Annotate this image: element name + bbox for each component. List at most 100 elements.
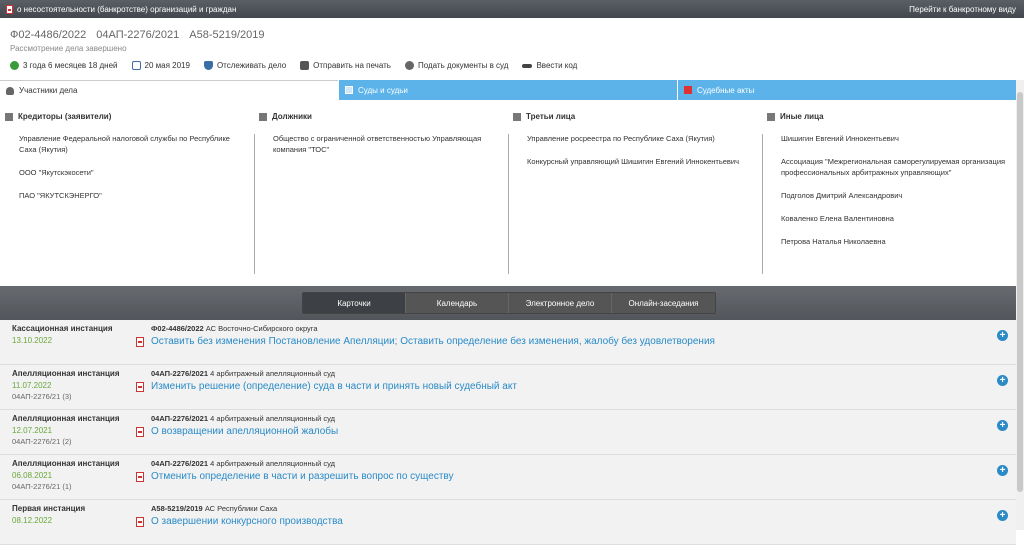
participant-item[interactable]: Коваленко Елена Валентиновна — [781, 213, 1008, 224]
pdf-icon[interactable] — [136, 337, 144, 347]
tab-courts[interactable]: Суды и судьи — [338, 80, 677, 100]
act-link[interactable]: Оставить без изменения Постановление Апе… — [151, 336, 715, 347]
submit-label: Подать документы в суд — [417, 61, 509, 70]
pdf-icon[interactable] — [136, 427, 144, 437]
duration-label: 3 года 6 месяцев 18 дней — [23, 61, 118, 70]
track-label: Отслеживать дело — [216, 61, 287, 70]
view-cards-button[interactable]: Карточки — [303, 293, 406, 313]
expand-plus-icon[interactable]: + — [997, 375, 1008, 386]
submit-documents-button[interactable]: Подать документы в суд — [404, 61, 509, 70]
case-number-first[interactable]: А58-5219/2019 — [189, 29, 264, 41]
participant-item[interactable]: ООО "Якутскэкосети" — [19, 167, 246, 178]
heading-label: Иные лица — [780, 112, 824, 121]
third-parties-heading: Третьи лица — [513, 112, 754, 121]
court-name: АС Республики Саха — [204, 504, 278, 513]
act-link[interactable]: О завершении конкурсного производства — [151, 516, 343, 527]
court-line: 04АП-2276/2021 4 арбитражный апелляционн… — [151, 459, 335, 468]
scrollbar-thumb[interactable] — [1017, 92, 1023, 492]
pdf-icon[interactable] — [136, 382, 144, 392]
case-number-appeal[interactable]: 04АП-2276/2021 — [96, 29, 179, 41]
pdf-icon — [684, 86, 692, 94]
printer-icon — [300, 61, 310, 70]
expand-plus-icon[interactable]: + — [997, 510, 1008, 521]
pdf-icon[interactable] — [136, 472, 144, 482]
other-parties-heading: Иные лица — [767, 112, 1008, 121]
case-number: 04АП-2276/2021 — [151, 459, 209, 468]
case-card: Апелляционная инстанция 12.07.2021 04АП-… — [0, 410, 1016, 455]
instance-date: 12.07.2021 — [12, 426, 53, 435]
court-name: 4 арбитражный апелляционный суд — [210, 459, 335, 468]
debtors-heading: Должники — [259, 112, 500, 121]
view-electronic-case-button[interactable]: Электронное дело — [509, 293, 612, 313]
courthouse-icon — [345, 86, 353, 94]
court-line: Ф02-4486/2022 АС Восточно-Сибирского окр… — [151, 324, 318, 333]
building-icon — [513, 112, 521, 121]
shield-icon — [203, 61, 213, 70]
expand-plus-icon[interactable]: + — [997, 465, 1008, 476]
print-button[interactable]: Отправить на печать — [300, 61, 391, 70]
back-arrow-icon — [10, 61, 19, 70]
tab-acts[interactable]: Судебные акты — [677, 80, 1016, 100]
instance-label: Апелляционная инстанция — [12, 369, 120, 378]
code-label: Ввести код — [536, 61, 578, 70]
participant-item[interactable]: Ассоциация "Межрегиональная саморегулиру… — [781, 156, 1008, 178]
participant-item[interactable]: ПАО "ЯКУТСКЭНЕРГО" — [19, 190, 246, 201]
case-cards-list: Кассационная инстанция 13.10.2022 Ф02-44… — [0, 320, 1016, 545]
participant-item[interactable]: Шишигин Евгений Иннокентьевич — [781, 133, 1008, 144]
top-bar: о несостоятельности (банкротстве) органи… — [0, 0, 1024, 18]
court-line: 04АП-2276/2021 4 арбитражный апелляционн… — [151, 369, 335, 378]
participant-item[interactable]: Управление росреестра по Республике Саха… — [527, 133, 754, 144]
person-icon — [6, 86, 14, 95]
case-header: Ф02-4486/2022 04АП-2276/2021 А58-5219/20… — [0, 18, 1024, 80]
participant-item[interactable]: Управление Федеральной налоговой службы … — [19, 133, 246, 155]
instance-date: 13.10.2022 — [12, 336, 53, 345]
instance-number: 04АП-2276/21 (1) — [12, 482, 72, 491]
instance-label: Кассационная инстанция — [12, 324, 113, 333]
view-switch: Карточки Календарь Электронное дело Онла… — [302, 292, 716, 314]
tab-label: Участники дела — [19, 86, 78, 95]
act-link[interactable]: Отменить определение в части и разрешить… — [151, 471, 454, 482]
instance-date: 11.07.2022 — [12, 381, 52, 390]
case-number: 04АП-2276/2021 — [151, 414, 209, 423]
pdf-icon[interactable] — [136, 517, 144, 527]
case-card: Кассационная инстанция 13.10.2022 Ф02-44… — [0, 320, 1016, 365]
heading-label: Кредиторы (заявители) — [18, 112, 112, 121]
participant-item[interactable]: Общество с ограниченной ответственностью… — [273, 133, 500, 155]
expand-plus-icon[interactable]: + — [997, 330, 1008, 341]
enter-code-button[interactable]: Ввести код — [522, 61, 577, 70]
expand-plus-icon[interactable]: + — [997, 420, 1008, 431]
person-icon — [767, 112, 775, 121]
track-case-button[interactable]: Отслеживать дело — [203, 61, 287, 70]
view-calendar-button[interactable]: Календарь — [406, 293, 509, 313]
date-item: 20 мая 2019 — [131, 61, 190, 70]
participant-item[interactable]: Петрова Наталья Николаевна — [781, 236, 1008, 247]
participant-item[interactable]: Конкурсный управляющий Шишигин Евгений И… — [527, 156, 754, 167]
case-card: Апелляционная инстанция 11.07.2022 04АП-… — [0, 365, 1016, 410]
court-line: 04АП-2276/2021 4 арбитражный апелляционн… — [151, 414, 335, 423]
page-scrollbar[interactable] — [1016, 80, 1024, 530]
court-name: АС Восточно-Сибирского округа — [205, 324, 318, 333]
instance-date: 08.12.2022 — [12, 516, 53, 525]
view-online-sessions-button[interactable]: Онлайн-заседания — [612, 293, 715, 313]
case-number-cassation[interactable]: Ф02-4486/2022 — [10, 29, 86, 41]
act-link[interactable]: О возвращении апелляционной жалобы — [151, 426, 338, 437]
case-numbers: Ф02-4486/2022 04АП-2276/2021 А58-5219/20… — [10, 29, 265, 41]
court-line: А58-5219/2019 АС Республики Саха — [151, 504, 277, 513]
court-name: 4 арбитражный апелляционный суд — [210, 369, 335, 378]
case-number: 04АП-2276/2021 — [151, 369, 209, 378]
third-parties-column: Третьи лица Управление росреестра по Рес… — [508, 100, 762, 286]
other-parties-column: Иные лица Шишигин Евгений Иннокентьевич … — [762, 100, 1016, 286]
participant-item[interactable]: Подголов Дмитрий Александрович — [781, 190, 1008, 201]
bankruptcy-view-link[interactable]: Перейти к банкротному виду — [909, 5, 1016, 14]
print-label: Отправить на печать — [313, 61, 391, 70]
instance-number: 04АП-2276/21 (3) — [12, 392, 72, 401]
instance-number: 04АП-2276/21 (2) — [12, 437, 72, 446]
case-card: Первая инстанция 08.12.2022 А58-5219/201… — [0, 500, 1016, 545]
date-label: 20 мая 2019 — [144, 61, 190, 70]
instance-label: Первая инстанция — [12, 504, 86, 513]
instance-label: Апелляционная инстанция — [12, 459, 120, 468]
act-link[interactable]: Изменить решение (определение) суда в ча… — [151, 381, 517, 392]
case-category-title: о несостоятельности (банкротстве) органи… — [17, 4, 237, 14]
participants-panel: Кредиторы (заявители) Управление Федерал… — [0, 100, 1016, 286]
tab-participants[interactable]: Участники дела — [0, 80, 338, 100]
